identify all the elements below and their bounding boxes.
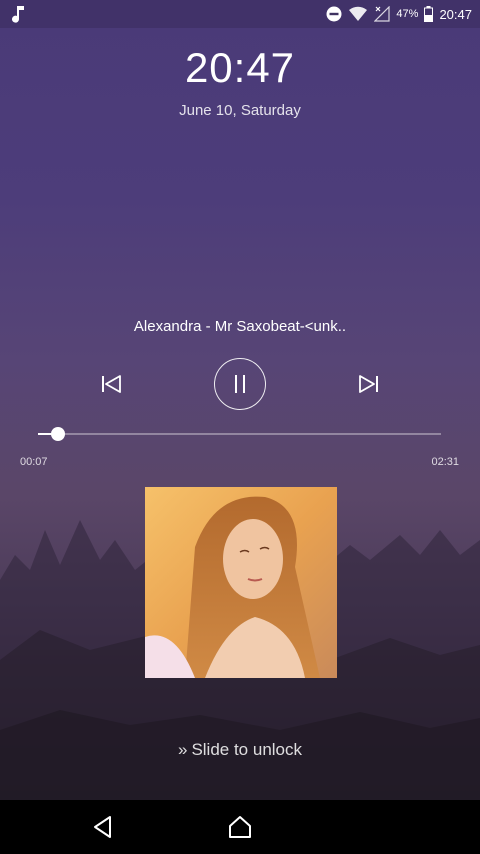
back-icon[interactable] <box>90 814 116 840</box>
status-time: 20:47 <box>439 6 472 22</box>
home-icon[interactable] <box>227 814 253 840</box>
wifi-icon <box>349 6 368 22</box>
elapsed-time: 00:07 <box>20 456 48 468</box>
navigation-bar <box>0 800 480 854</box>
lockscreen-date: June 10, Saturday <box>179 102 301 119</box>
album-art <box>145 487 337 678</box>
pause-icon <box>235 375 245 393</box>
music-note-icon <box>12 6 24 23</box>
slide-to-unlock[interactable]: » Slide to unlock <box>0 740 480 760</box>
lockscreen-clock: 20:47 <box>184 44 296 91</box>
no-signal-icon <box>374 6 391 22</box>
battery-icon <box>424 6 434 22</box>
next-button[interactable] <box>354 370 384 398</box>
seek-thumb[interactable] <box>51 427 66 441</box>
do-not-disturb-icon <box>326 6 342 22</box>
next-icon <box>359 375 378 393</box>
pause-button[interactable] <box>214 358 266 410</box>
lock-screen: 47% 20:47 20:47 June 10, Saturday Alexan… <box>0 0 480 800</box>
status-bar: 47% 20:47 <box>0 0 480 28</box>
battery-percent: 47% <box>396 8 419 20</box>
double-chevron-right-icon: » <box>177 740 188 759</box>
track-title: Alexandra - Mr Saxobeat-<unk.. <box>133 318 347 335</box>
previous-icon <box>102 375 121 393</box>
total-time: 02:31 <box>431 456 459 468</box>
seek-bar[interactable] <box>38 427 441 441</box>
unlock-label: Slide to unlock <box>191 740 303 759</box>
previous-button[interactable] <box>96 370 126 398</box>
